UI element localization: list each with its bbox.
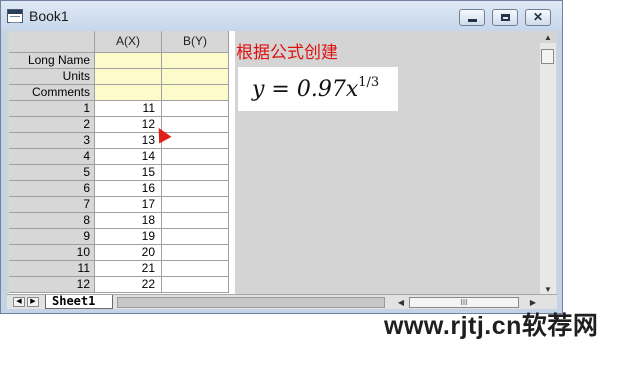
tab-sheet1[interactable]: Sheet1 [45,295,113,309]
data-cell-b[interactable] [162,197,229,213]
data-cell-b[interactable] [162,165,229,181]
row-header[interactable]: 7 [9,197,95,213]
vertical-scroll-thumb[interactable] [541,49,554,64]
formula-image[interactable]: y = 0.97x1/3 [238,67,398,111]
data-cell-b[interactable] [162,181,229,197]
title-bar[interactable]: Book1 ✕ [1,1,562,31]
row-header[interactable]: 10 [9,245,95,261]
worksheet-grid: A(X) B(Y) Long Name Units Comments 1 11 2 12 3 1… [9,31,235,294]
data-cell-b[interactable] [162,213,229,229]
worksheet-area: A(X) B(Y) Long Name Units Comments 1 11 2 12 3 1… [7,31,557,309]
row-header[interactable]: 2 [9,117,95,133]
row-header[interactable]: 4 [9,149,95,165]
meta-cell[interactable] [162,69,229,85]
row-header[interactable]: 1 [9,101,95,117]
meta-cell[interactable] [162,53,229,69]
data-cell-a[interactable]: 13 [95,133,162,149]
workbook-window: Book1 ✕ A(X) B(Y) Long Name Units Comments… [0,0,563,314]
data-cell-a[interactable]: 11 [95,101,162,117]
formula-exponent: 1/3 [358,75,380,90]
data-cell-a[interactable]: 19 [95,229,162,245]
data-cell-a[interactable]: 16 [95,181,162,197]
meta-cell[interactable] [95,53,162,69]
column-header-b[interactable]: B(Y) [162,31,229,53]
site-watermark: www.rjtj.cn软荐网 [384,312,599,340]
close-button[interactable]: ✕ [525,9,551,26]
row-header[interactable]: 11 [9,261,95,277]
minimize-icon [468,19,477,22]
row-header[interactable]: 9 [9,229,95,245]
tab-next-icon[interactable]: ▶ [27,297,39,307]
data-cell-a[interactable]: 17 [95,197,162,213]
maximize-icon [501,14,510,21]
data-cell-b[interactable] [162,229,229,245]
tab-prev-icon[interactable]: ◀ [13,297,25,307]
row-header[interactable]: 8 [9,213,95,229]
data-cell-b[interactable] [162,101,229,117]
meta-row-header[interactable]: Long Name [9,53,95,69]
meta-cell[interactable] [95,85,162,101]
data-cell-a[interactable]: 21 [95,261,162,277]
data-cell-a[interactable]: 18 [95,213,162,229]
data-cell-b[interactable] [162,245,229,261]
data-cell-b[interactable] [162,133,229,149]
data-cell-b[interactable] [162,277,229,293]
data-cell-a[interactable]: 20 [95,245,162,261]
meta-cell[interactable] [162,85,229,101]
row-header[interactable]: 5 [9,165,95,181]
tab-scroll-area[interactable] [117,297,385,308]
meta-row-header[interactable]: Units [9,69,95,85]
data-cell-a[interactable]: 14 [95,149,162,165]
data-cell-b[interactable] [162,261,229,277]
data-cell-a[interactable]: 15 [95,165,162,181]
row-header[interactable]: 3 [9,133,95,149]
workbook-icon[interactable] [7,9,23,23]
scroll-up-icon[interactable]: ▲ [540,33,556,43]
vertical-scrollbar[interactable]: ▲ ▼ [540,33,556,295]
meta-cell[interactable] [95,69,162,85]
row-header[interactable]: 12 [9,277,95,293]
close-icon: ✕ [532,10,544,24]
maximize-button[interactable] [492,9,518,26]
annotation-label[interactable]: 根据公式创建 [236,38,338,63]
window-title: Book1 [29,8,69,24]
meta-row-header[interactable]: Comments [9,85,95,101]
formula-base: y = 0.97x [252,77,359,102]
data-cell-b[interactable] [162,149,229,165]
column-header-a[interactable]: A(X) [95,31,162,53]
row-header[interactable]: 6 [9,181,95,197]
corner-cell[interactable] [9,31,95,53]
data-cell-b[interactable] [162,117,229,133]
minimize-button[interactable] [459,9,485,26]
data-cell-a[interactable]: 22 [95,277,162,293]
